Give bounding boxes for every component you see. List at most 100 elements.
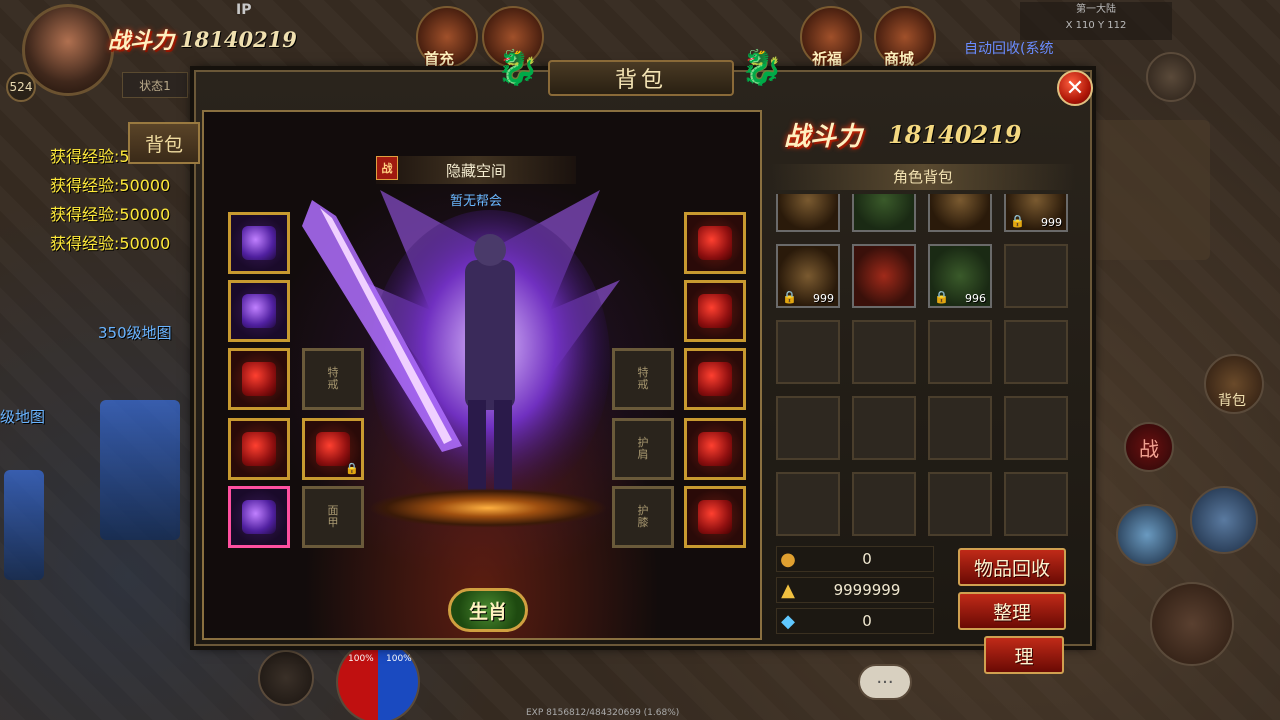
sort-button-secondary[interactable]: 理: [984, 636, 1064, 674]
settings-gear-icon[interactable]: [1146, 52, 1196, 102]
bag-cell[interactable]: [1004, 472, 1068, 536]
guild-title: 隐藏空间: [445, 161, 506, 180]
equip-slot-bracelet-2[interactable]: [684, 348, 746, 410]
equip-slot-armor[interactable]: [228, 280, 290, 342]
menu-button[interactable]: [258, 650, 314, 706]
bag-cell[interactable]: [852, 320, 916, 384]
bag-power-value: 18140219: [888, 120, 1022, 149]
bag-cell[interactable]: [928, 320, 992, 384]
dialog-title-bar: 背包: [548, 60, 734, 96]
close-button[interactable]: ✕: [1057, 70, 1093, 106]
ring-icon: [698, 432, 732, 466]
equip-slot-ring[interactable]: [228, 418, 290, 480]
equip-slot-boots[interactable]: [228, 486, 290, 548]
bag-cell[interactable]: [1004, 396, 1068, 460]
bag-cell[interactable]: [776, 320, 840, 384]
bag-cell[interactable]: [928, 396, 992, 460]
bag-cell[interactable]: [928, 194, 992, 232]
bag-cell[interactable]: [852, 472, 916, 536]
coin-icon: ●: [780, 548, 796, 570]
player-avatar[interactable]: [22, 4, 114, 96]
bag-cell[interactable]: [852, 194, 916, 232]
dragon-ornament-icon: 🐉: [496, 48, 540, 88]
hp-percent: 100%: [348, 654, 374, 664]
state-tab[interactable]: 状态1: [122, 72, 188, 98]
hp-orb: 100% 100%: [336, 640, 420, 720]
world-building: [1090, 120, 1210, 260]
bag-cell[interactable]: [776, 194, 840, 232]
skill-button[interactable]: [1190, 486, 1258, 554]
lock-icon: 🔒: [782, 290, 797, 304]
equip-slot-ring-2[interactable]: [684, 418, 746, 480]
zodiac-button[interactable]: 生肖: [448, 588, 528, 632]
equip-slot-belt[interactable]: [684, 486, 746, 548]
belt-icon: [698, 500, 732, 534]
armor-icon: [242, 294, 276, 328]
bag-cell[interactable]: [776, 472, 840, 536]
bag-cell[interactable]: [1004, 244, 1068, 308]
exp-gain-line: 获得经验:50000: [50, 176, 171, 195]
bag-cell[interactable]: [1004, 320, 1068, 384]
map-name: 第一大陆: [1076, 4, 1116, 15]
bracelet-icon: [698, 362, 732, 396]
item-quantity: 999: [813, 292, 834, 305]
top-icon-label-first-charge: 首充: [424, 50, 455, 68]
slot-label: 膝: [637, 516, 649, 529]
equip-slot-shoulder[interactable]: 护 肩: [612, 418, 674, 480]
exp-gain-line: 获得经验:50000: [50, 234, 171, 253]
combat-power-label: 战斗力: [108, 28, 175, 54]
bag-cell[interactable]: [928, 472, 992, 536]
world-crystal: [100, 400, 180, 540]
side-bag-button[interactable]: 背包: [1204, 354, 1264, 414]
top-icon-label-bless: 祈福: [812, 50, 843, 68]
side-battle-button[interactable]: 战: [1124, 422, 1174, 472]
bag-header: 角色背包: [770, 164, 1076, 190]
bag-cell[interactable]: 🔒 999: [1004, 194, 1068, 232]
bag-combat-power: 战斗力 18140219: [784, 116, 1022, 153]
minimap-info[interactable]: 第一大陆 X 110 Y 112: [1020, 2, 1172, 40]
bag-cell[interactable]: 🔒 996: [928, 244, 992, 308]
dialog-title: 背包: [614, 68, 667, 93]
bag-cell[interactable]: [776, 396, 840, 460]
bag-cell[interactable]: [852, 396, 916, 460]
equip-slot-gem[interactable]: 🔒: [302, 418, 364, 480]
auto-recycle-link[interactable]: 自动回收(系统: [964, 38, 1053, 58]
currency-value: 0: [862, 612, 872, 630]
bag-cell[interactable]: 🔒 999: [776, 244, 840, 308]
bag-cell[interactable]: [852, 244, 916, 308]
tab-backpack[interactable]: 背包: [128, 122, 200, 164]
map-link-level[interactable]: 级地图: [0, 406, 45, 427]
equip-slot-bracelet[interactable]: [228, 348, 290, 410]
item-recycle-button[interactable]: 物品回收: [958, 548, 1066, 586]
chat-icon[interactable]: ···: [858, 664, 912, 700]
equip-slot-necklace[interactable]: [684, 280, 746, 342]
equip-slot-special-ring[interactable]: 特 戒: [302, 348, 364, 410]
map-link-350[interactable]: 350级地图: [98, 322, 172, 343]
sort-button[interactable]: 整理: [958, 592, 1066, 630]
lock-icon: 🔒: [1010, 214, 1025, 228]
dragon-ornament-icon: 🐉: [740, 48, 784, 88]
attack-button[interactable]: [1150, 582, 1234, 666]
gold-ingot-icon: ▲: [781, 579, 795, 601]
equip-slot-knee[interactable]: 护 膝: [612, 486, 674, 548]
helmet-icon: [698, 226, 732, 260]
bag-grid: 🔒 999 🔒 999 🔒 996: [776, 194, 1068, 536]
close-icon: ✕: [1065, 75, 1085, 101]
player-level-badge: 524: [6, 72, 36, 102]
equip-slot-mask[interactable]: 面 甲: [302, 486, 364, 548]
hud-combat-power: 战斗力 18140219: [108, 14, 328, 64]
side-bag-label: 背包: [1218, 393, 1246, 409]
equip-slot-special-ring-2[interactable]: 特 戒: [612, 348, 674, 410]
bag-power-label: 战斗力: [784, 122, 863, 152]
exp-gain-line: 获得经验:50000: [50, 205, 171, 224]
bag-grid-viewport[interactable]: 🔒 999 🔒 999 🔒 996: [770, 194, 1076, 538]
currency-row: ◆ 0: [776, 608, 934, 634]
skill-button[interactable]: [1116, 504, 1178, 566]
necklace-icon: [698, 294, 732, 328]
equip-slot-weapon[interactable]: [228, 212, 290, 274]
bracelet-icon: [242, 362, 276, 396]
top-icon-label-shop: 商城: [884, 50, 915, 68]
equip-slot-helmet[interactable]: [684, 212, 746, 274]
side-battle-label: 战: [1139, 436, 1159, 461]
currency-value: 0: [862, 550, 872, 568]
